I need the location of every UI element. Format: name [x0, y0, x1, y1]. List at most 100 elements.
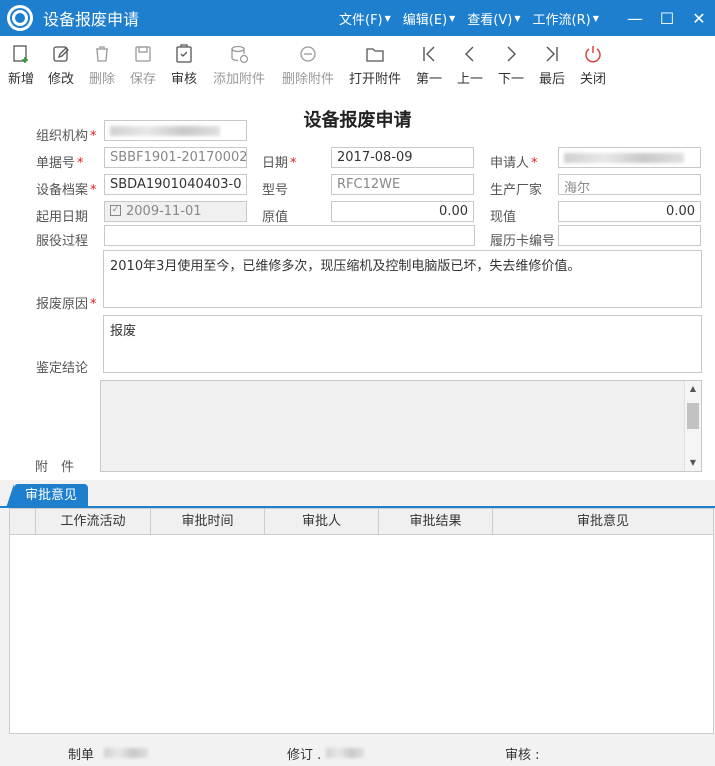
- power-icon: [585, 46, 601, 63]
- conclusion-textarea[interactable]: 报废: [103, 315, 702, 373]
- archive-field[interactable]: SBDA1901040403-0: [104, 174, 247, 195]
- doc-no-field[interactable]: SBBF1901-20170002: [104, 147, 247, 168]
- date-field[interactable]: 2017-08-09: [331, 147, 474, 168]
- menu-bar: 文件(F) ▼ 编辑(E) ▼ 查看(V) ▼ 工作流(R) ▼: [339, 0, 611, 36]
- model-label: 型号: [262, 183, 289, 198]
- edit-icon: [53, 46, 69, 62]
- scroll-thumb[interactable]: [687, 403, 699, 429]
- applicant-label-text: 申请人: [490, 156, 530, 171]
- caret-down-icon: ▼: [449, 13, 456, 23]
- column-header[interactable]: 工作流活动: [36, 509, 151, 534]
- required-mark: *: [290, 156, 297, 171]
- row-header-cell: [10, 509, 36, 534]
- column-header[interactable]: 审批人: [265, 509, 379, 534]
- org-label-text: 组织机构: [36, 129, 89, 144]
- save-button-label: 保存: [129, 72, 156, 87]
- audit-button[interactable]: 审核: [164, 36, 204, 94]
- close-form-label: 关闭: [579, 72, 606, 87]
- maker-label: 生产厂家: [490, 183, 543, 198]
- checkbox-checked-icon[interactable]: ✓: [110, 205, 121, 216]
- redacted-value: [326, 748, 364, 758]
- maximize-button[interactable]: ☐: [651, 0, 683, 36]
- applicant-label: 申请人 *: [490, 152, 538, 171]
- new-doc-icon: [13, 45, 28, 63]
- minimize-button[interactable]: —: [619, 0, 651, 36]
- last-record-label: 最后: [538, 72, 565, 87]
- date-label: 日期 *: [262, 152, 297, 171]
- revise-footer-label: 修订 .: [287, 748, 322, 763]
- caret-down-icon: ▼: [384, 13, 391, 23]
- redacted-value: [564, 152, 684, 163]
- doc-no-label-text: 单据号: [36, 156, 76, 171]
- first-record-label: 第一: [415, 72, 442, 87]
- model-field[interactable]: RFC12WE: [331, 174, 474, 195]
- window-title: 设备报废申请: [43, 10, 140, 29]
- start-date-label: 起用日期: [36, 210, 89, 225]
- menu-view[interactable]: 查看(V) ▼: [467, 9, 520, 28]
- attachment-list[interactable]: ▲ ▼: [100, 380, 702, 472]
- add-attachment-button[interactable]: 添加附件: [204, 36, 274, 94]
- menu-file[interactable]: 文件(F) ▼: [339, 9, 391, 28]
- next-icon: [507, 46, 516, 62]
- scroll-down-icon[interactable]: ▼: [685, 455, 701, 471]
- remove-attachment-label: 删除附件: [281, 72, 334, 87]
- add-attachment-icon: [231, 45, 249, 64]
- close-button[interactable]: ✕: [683, 0, 715, 36]
- scroll-up-icon[interactable]: ▲: [685, 381, 701, 397]
- open-attachment-button[interactable]: 打开附件: [342, 36, 408, 94]
- first-record-button[interactable]: 第一: [408, 36, 450, 94]
- edit-button-label: 修改: [47, 72, 74, 87]
- reason-textarea[interactable]: 2010年3月使用至今，已维修多次，现压缩机及控制电脑版已坏，失去维修价值。: [103, 250, 702, 308]
- conclusion-label: 鉴定结论: [36, 361, 89, 376]
- menu-workflow[interactable]: 工作流(R) ▼: [533, 9, 599, 28]
- table-header: 工作流活动 审批时间 审批人 审批结果 审批意见: [10, 509, 713, 535]
- app-logo-icon: [7, 5, 33, 31]
- add-attachment-label: 添加附件: [212, 72, 265, 87]
- column-header[interactable]: 审批时间: [151, 509, 265, 534]
- reason-label-text: 报废原因: [36, 297, 89, 312]
- remove-attachment-button[interactable]: 删除附件: [274, 36, 342, 94]
- required-mark: *: [90, 297, 97, 312]
- status-footer: 制单 修订 . 审核 :: [0, 734, 715, 766]
- orig-value-label: 原值: [262, 210, 289, 225]
- prev-record-button[interactable]: 上一: [450, 36, 490, 94]
- tab-approval-opinions[interactable]: 审批意见: [6, 484, 88, 508]
- toolbar: 新增 修改 删除 保存 审核 添加附件 删除附件 打开附件 第一 上一 下一 最…: [0, 36, 715, 94]
- maker-field[interactable]: 海尔: [558, 174, 701, 195]
- prev-icon: [465, 46, 474, 62]
- close-form-button[interactable]: 关闭: [572, 36, 614, 94]
- cur-value-label: 现值: [490, 210, 517, 225]
- menu-workflow-label: 工作流(R): [532, 12, 591, 28]
- menu-view-label: 查看(V): [467, 12, 513, 28]
- last-record-button[interactable]: 最后: [532, 36, 572, 94]
- start-date-field[interactable]: ✓ 2009-11-01: [104, 201, 247, 222]
- service-field[interactable]: [104, 225, 475, 246]
- applicant-field[interactable]: [558, 147, 701, 168]
- orig-value-field[interactable]: 0.00: [331, 201, 474, 222]
- service-label: 服役过程: [36, 234, 89, 249]
- save-icon: [135, 46, 151, 62]
- org-field[interactable]: [104, 120, 247, 141]
- doc-no-label: 单据号 *: [36, 152, 84, 171]
- delete-button[interactable]: 删除: [82, 36, 122, 94]
- date-label-text: 日期: [262, 156, 289, 171]
- attachment-scrollbar[interactable]: ▲ ▼: [684, 381, 701, 471]
- save-button[interactable]: 保存: [122, 36, 164, 94]
- menu-edit[interactable]: 编辑(E) ▼: [403, 9, 456, 28]
- maker-footer-label: 制单: [68, 748, 95, 763]
- column-header[interactable]: 审批意见: [493, 509, 713, 534]
- caret-down-icon: ▼: [514, 13, 521, 23]
- cur-value-field[interactable]: 0.00: [558, 201, 701, 222]
- edit-button[interactable]: 修改: [40, 36, 82, 94]
- record-card-field[interactable]: [558, 225, 701, 246]
- trash-icon: [96, 46, 108, 62]
- audit-button-label: 审核: [170, 72, 197, 87]
- form-area: 设备报废申请 组织机构 * 单据号 * SBBF1901-20170002 日期 * …: [0, 94, 715, 480]
- next-record-button[interactable]: 下一: [490, 36, 532, 94]
- tab-strip: 审批意见: [0, 480, 715, 508]
- column-header[interactable]: 审批结果: [379, 509, 493, 534]
- audit-footer-label: 审核 :: [505, 748, 540, 763]
- caret-down-icon: ▼: [592, 13, 599, 23]
- new-button[interactable]: 新增: [2, 36, 40, 94]
- start-date-value: 2009-11-01: [126, 204, 202, 219]
